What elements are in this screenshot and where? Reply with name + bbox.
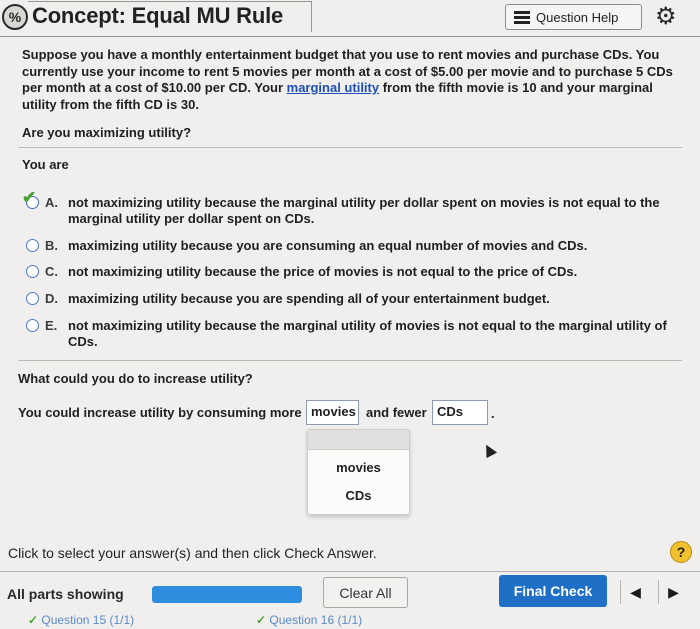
radio-d[interactable] bbox=[26, 292, 39, 305]
option-a[interactable]: ✔ A. not maximizing utility because the … bbox=[22, 189, 682, 229]
question-page: % Concept: Equal MU Rule Question Help ⚙… bbox=[0, 0, 700, 629]
question-help-button[interactable]: Question Help bbox=[505, 4, 642, 30]
previous-question-button[interactable]: ◀ bbox=[620, 580, 650, 604]
question-1-stem: You are bbox=[22, 157, 69, 172]
checkmark-icon: ✓ bbox=[28, 613, 39, 627]
checkmark-icon: ✔ bbox=[22, 188, 37, 207]
clear-all-button[interactable]: Clear All bbox=[323, 577, 408, 608]
question-2-prompt: What could you do to increase utility? bbox=[18, 371, 253, 386]
divider bbox=[18, 147, 682, 148]
footer-divider bbox=[0, 571, 700, 572]
header-divider bbox=[0, 36, 700, 37]
progress-bar bbox=[152, 586, 302, 603]
question-status-15[interactable]: ✓ Question 15 (1/1) bbox=[28, 613, 134, 627]
option-text: not maximizing utility because the margi… bbox=[68, 318, 667, 349]
option-letter: B. bbox=[45, 238, 58, 253]
option-letter: D. bbox=[45, 291, 58, 306]
question-status-16[interactable]: ✓ Question 16 (1/1) bbox=[256, 613, 362, 627]
option-letter: A. bbox=[45, 195, 58, 210]
header: % Concept: Equal MU Rule Question Help ⚙ bbox=[0, 0, 700, 36]
question-status-label: Question 15 (1/1) bbox=[41, 613, 135, 627]
radio-e[interactable] bbox=[26, 319, 39, 332]
radio-c[interactable] bbox=[26, 265, 39, 278]
option-text: not maximizing utility because the price… bbox=[68, 264, 578, 279]
option-text: not maximizing utility because the margi… bbox=[68, 195, 660, 226]
sentence-start: You could increase utility by consuming … bbox=[18, 405, 302, 420]
help-icon[interactable]: ? bbox=[670, 541, 692, 563]
question-1-prompt: Are you maximizing utility? bbox=[22, 125, 192, 140]
option-e[interactable]: E. not maximizing utility because the ma… bbox=[22, 318, 682, 352]
page-title: Concept: Equal MU Rule bbox=[32, 3, 284, 28]
sentence-end: . bbox=[491, 406, 495, 421]
gear-icon[interactable]: ⚙ bbox=[655, 2, 677, 31]
divider bbox=[18, 360, 682, 361]
option-text: maximizing utility because you are spend… bbox=[68, 291, 550, 306]
dropdown-menu: movies CDs bbox=[307, 429, 410, 515]
menu-icon bbox=[514, 11, 530, 24]
option-letter: C. bbox=[45, 264, 58, 279]
dropdown-option-movies[interactable]: movies bbox=[308, 460, 409, 475]
instruction-text: Click to select your answer(s) and then … bbox=[8, 545, 377, 561]
option-text: maximizing utility because you are consu… bbox=[68, 238, 588, 253]
radio-b[interactable] bbox=[26, 239, 39, 252]
all-parts-label: All parts showing bbox=[7, 586, 124, 602]
final-check-button[interactable]: Final Check bbox=[499, 575, 607, 607]
percent-icon: % bbox=[2, 4, 28, 30]
marginal-utility-link[interactable]: marginal utility bbox=[287, 80, 379, 95]
next-question-button[interactable]: ▶ bbox=[658, 580, 688, 604]
dropdown-option-cds[interactable]: CDs bbox=[308, 488, 409, 503]
dropdown-menu-header bbox=[308, 430, 409, 450]
dropdown-fewer[interactable]: CDs bbox=[432, 400, 488, 425]
sentence-mid: and fewer bbox=[366, 405, 427, 420]
question-status-label: Question 16 (1/1) bbox=[269, 613, 363, 627]
mouse-cursor-icon bbox=[480, 441, 498, 459]
checkmark-icon: ✓ bbox=[256, 613, 267, 627]
question-help-label: Question Help bbox=[536, 9, 619, 25]
dropdown-more[interactable]: movies bbox=[306, 400, 359, 425]
problem-statement: Suppose you have a monthly entertainment… bbox=[22, 47, 682, 113]
progress-fill bbox=[152, 586, 302, 603]
option-letter: E. bbox=[45, 318, 58, 333]
